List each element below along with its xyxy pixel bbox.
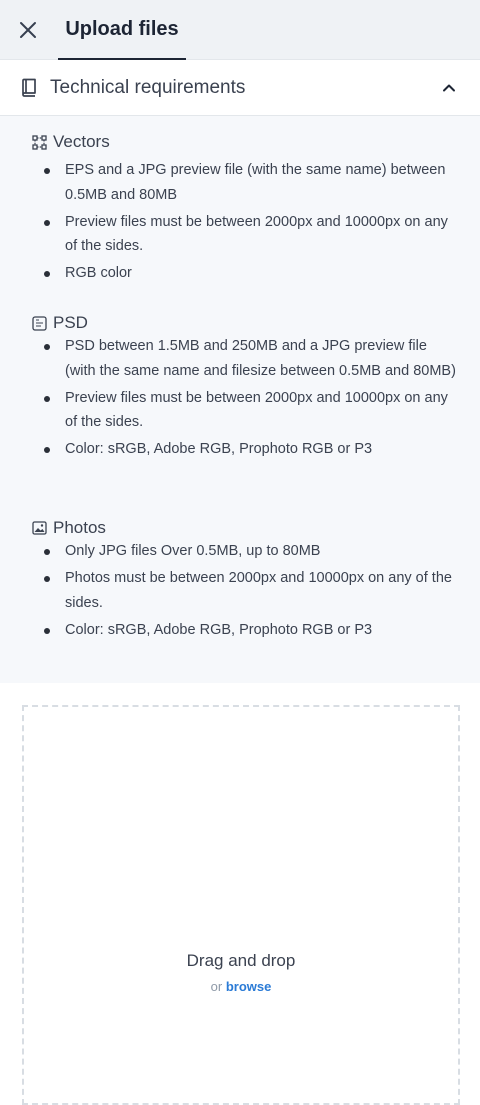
list-item: Color: sRGB, Adobe RGB, Prophoto RGB or … bbox=[0, 618, 480, 643]
or-text: or bbox=[210, 979, 223, 994]
list-item: EPS and a JPG preview file (with the sam… bbox=[0, 158, 480, 207]
section-title-label: Vectors bbox=[53, 132, 110, 151]
section-title: Photos bbox=[32, 517, 106, 539]
section-title-label: PSD bbox=[53, 313, 88, 332]
section-title: Vectors bbox=[32, 131, 110, 153]
section-title-label: Photos bbox=[53, 518, 106, 537]
technical-requirements-toggle[interactable]: Technical requirements bbox=[0, 60, 480, 116]
requirements-list: EPS and a JPG preview file (with the sam… bbox=[0, 158, 480, 288]
dropzone-title: Drag and drop bbox=[186, 951, 296, 970]
tab-upload-files[interactable]: Upload files bbox=[58, 0, 186, 60]
psd-icon bbox=[32, 315, 47, 331]
list-item: PSD between 1.5MB and 250MB and a JPG pr… bbox=[0, 334, 480, 383]
close-button[interactable] bbox=[14, 16, 42, 44]
list-item: Photos must be between 2000px and 10000p… bbox=[0, 566, 480, 615]
top-bar: Upload files bbox=[0, 0, 480, 60]
section-title: PSD bbox=[32, 312, 88, 334]
upload-dropzone[interactable]: Drag and drop or browse bbox=[22, 705, 460, 1105]
image-icon bbox=[32, 521, 47, 535]
close-icon bbox=[20, 22, 36, 38]
browse-link[interactable]: browse bbox=[226, 979, 272, 994]
list-item: Color: sRGB, Adobe RGB, Prophoto RGB or … bbox=[0, 437, 480, 462]
vector-icon bbox=[32, 134, 47, 150]
list-item: Preview files must be between 2000px and… bbox=[0, 210, 480, 259]
list-item: Preview files must be between 2000px and… bbox=[0, 386, 480, 435]
list-item: RGB color bbox=[0, 261, 480, 286]
chevron-up-icon bbox=[443, 84, 455, 92]
requirements-list: PSD between 1.5MB and 250MB and a JPG pr… bbox=[0, 334, 480, 464]
dropzone-subtitle: or browse bbox=[24, 979, 458, 994]
book-icon bbox=[22, 78, 36, 97]
requirements-panel: Vectors EPS and a JPG preview file (with… bbox=[0, 116, 480, 683]
requirements-title: Technical requirements bbox=[50, 77, 246, 98]
requirements-list: Only JPG files Over 0.5MB, up to 80MB Ph… bbox=[0, 539, 480, 645]
list-item: Only JPG files Over 0.5MB, up to 80MB bbox=[0, 539, 480, 564]
